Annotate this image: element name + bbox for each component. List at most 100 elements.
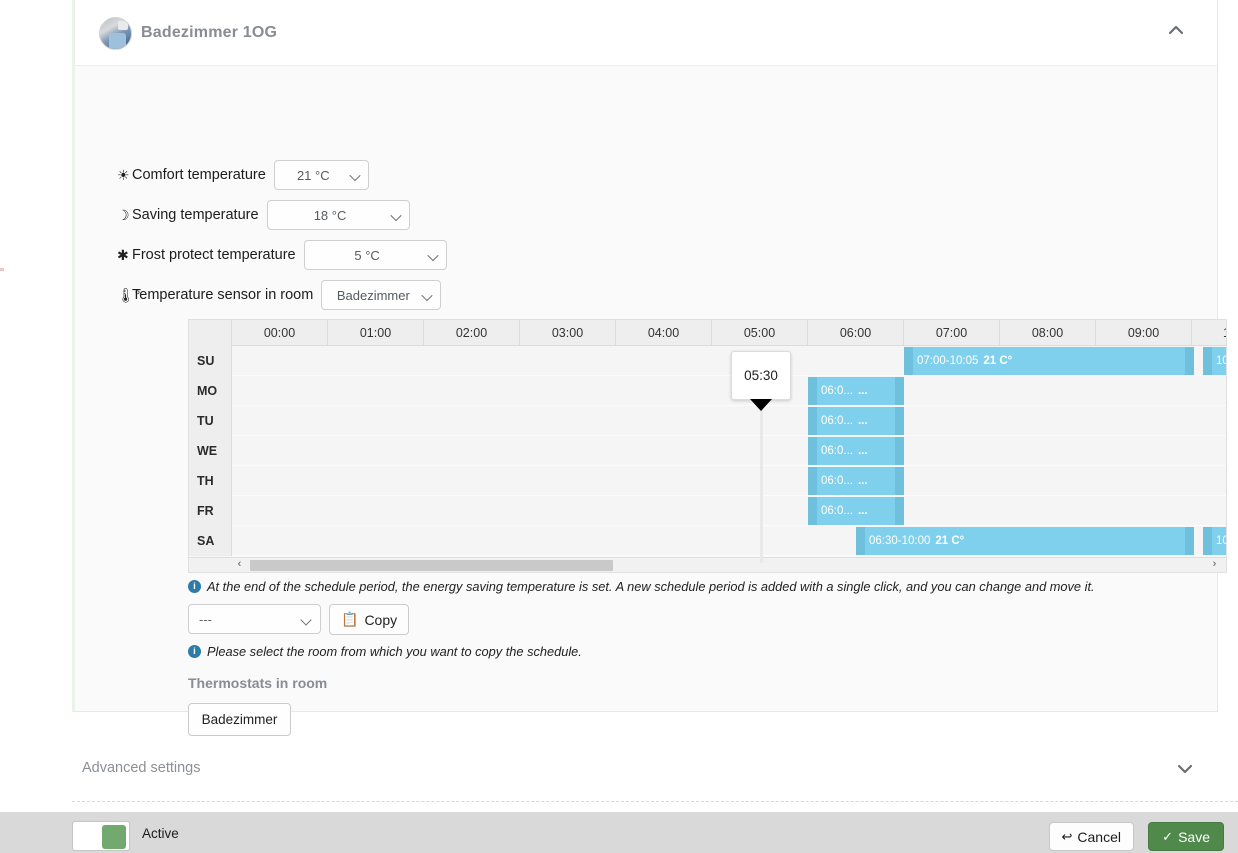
- save-button[interactable]: ✓ Save: [1148, 822, 1224, 851]
- card-body: ☀ Comfort temperature 21 °C ☽ Saving tem…: [75, 66, 1217, 711]
- resize-handle-left[interactable]: [1203, 347, 1212, 375]
- hour-label: 00:00: [232, 320, 328, 346]
- day-label: TU: [189, 406, 232, 436]
- day-track-tu[interactable]: 06:0... ...: [232, 406, 1226, 436]
- save-button-label: Save: [1178, 829, 1210, 845]
- resize-handle-right[interactable]: [895, 467, 904, 495]
- temperature-sensor-label: Temperature sensor in room: [132, 287, 313, 303]
- cancel-button[interactable]: ↩ Cancel: [1049, 822, 1135, 851]
- copy-schedule-row: --- 📋 Copy: [188, 604, 409, 635]
- hour-label: 01:00: [328, 320, 424, 346]
- resize-handle-left[interactable]: [856, 527, 865, 555]
- chevron-left-icon[interactable]: ‹: [232, 558, 247, 572]
- schedule-block[interactable]: 07:00-10:05 21 C°: [904, 347, 1194, 375]
- table-row[interactable]: MO 06:0... ...: [189, 376, 1226, 406]
- copy-source-select[interactable]: ---: [188, 604, 321, 634]
- comfort-temperature-row: ☀ Comfort temperature 21 °C: [117, 160, 369, 190]
- hour-label: 06:00: [808, 320, 904, 346]
- table-row[interactable]: FR 06:0... ...: [189, 496, 1226, 526]
- day-track-th[interactable]: 06:0... ...: [232, 466, 1226, 496]
- frost-protect-temperature-row: ✱ Frost protect temperature 5 °C: [117, 240, 447, 270]
- resize-handle-right[interactable]: [895, 407, 904, 435]
- day-label: FR: [189, 496, 232, 526]
- schedule-block-temp: ...: [858, 505, 868, 517]
- temperature-sensor-select[interactable]: Badezimmer: [321, 280, 441, 310]
- schedule-corner-cell: [189, 320, 232, 346]
- frost-protect-temperature-select[interactable]: 5 °C: [304, 240, 447, 270]
- info-icon: i: [188, 645, 201, 658]
- schedule-scrollbar[interactable]: ‹ ›: [189, 557, 1226, 572]
- table-row[interactable]: TH 06:0... ...: [189, 466, 1226, 496]
- advanced-settings-label: Advanced settings: [82, 760, 201, 776]
- resize-handle-left[interactable]: [808, 497, 817, 525]
- resize-handle-right[interactable]: [1185, 347, 1194, 375]
- schedule-block[interactable]: 06:0... ...: [808, 497, 904, 525]
- schedule-block[interactable]: 06:0... ...: [808, 437, 904, 465]
- toggle-knob: [102, 825, 126, 849]
- saving-temperature-row: ☽ Saving temperature 18 °C: [117, 200, 410, 230]
- hour-label: 03:00: [520, 320, 616, 346]
- schedule-block-temp: ...: [858, 415, 868, 427]
- schedule-rows: SU 07:00-10:05 21 C° 10: [189, 346, 1226, 558]
- schedule-block[interactable]: 06:0... ...: [808, 377, 904, 405]
- card-header: Badezimmer 1OG: [75, 0, 1217, 66]
- table-row[interactable]: SU 07:00-10:05 21 C° 10: [189, 346, 1226, 376]
- schedule-hour-header: 00:00 01:00 02:00 03:00 04:00 05:00 06:0…: [189, 320, 1226, 346]
- resize-handle-left[interactable]: [808, 377, 817, 405]
- schedule-block[interactable]: 10: [1203, 347, 1227, 375]
- resize-handle-left[interactable]: [904, 347, 913, 375]
- hour-label: 07:00: [904, 320, 1000, 346]
- resize-handle-right[interactable]: [895, 437, 904, 465]
- resize-handle-right[interactable]: [895, 377, 904, 405]
- active-toggle-label: Active: [142, 826, 179, 841]
- table-row[interactable]: WE 06:0... ...: [189, 436, 1226, 466]
- schedule-grid[interactable]: 00:00 01:00 02:00 03:00 04:00 05:00 06:0…: [188, 319, 1227, 573]
- thermostats-section-title: Thermostats in room: [188, 675, 327, 691]
- resize-handle-right[interactable]: [895, 497, 904, 525]
- footer-bar: Active ↩ Cancel ✓ Save: [0, 812, 1238, 853]
- scrollbar-thumb[interactable]: [250, 560, 613, 571]
- temperature-sensor-row: 🌡° Temperature sensor in room Badezimmer: [117, 280, 441, 310]
- page-title: Badezimmer 1OG: [141, 0, 277, 66]
- schedule-info-label: At the end of the schedule period, the e…: [207, 579, 1095, 594]
- copy-button[interactable]: 📋 Copy: [329, 604, 409, 635]
- resize-handle-left[interactable]: [808, 407, 817, 435]
- day-track-fr[interactable]: 06:0... ...: [232, 496, 1226, 526]
- info-icon: i: [188, 580, 201, 593]
- schedule-block-temp: 21 C°: [935, 535, 964, 547]
- comfort-temperature-label: Comfort temperature: [132, 167, 266, 183]
- resize-handle-right[interactable]: [1185, 527, 1194, 555]
- table-row[interactable]: TU 06:0... ...: [189, 406, 1226, 436]
- snowflake-icon: ✱: [117, 247, 132, 264]
- resize-handle-left[interactable]: [808, 467, 817, 495]
- schedule-block[interactable]: 10:0: [1203, 527, 1227, 555]
- day-track-mo[interactable]: 06:0... ...: [232, 376, 1226, 406]
- day-label: TH: [189, 466, 232, 496]
- schedule-info-text: i At the end of the schedule period, the…: [188, 579, 1095, 594]
- chevron-up-icon[interactable]: [1167, 22, 1197, 46]
- table-row[interactable]: SA 06:30-10:00 21 C° 10:0: [189, 526, 1226, 556]
- left-edge-marker: [0, 268, 4, 271]
- day-track-we[interactable]: 06:0... ...: [232, 436, 1226, 466]
- comfort-temperature-select[interactable]: 21 °C: [274, 160, 369, 190]
- schedule-block[interactable]: 06:30-10:00 21 C°: [856, 527, 1194, 555]
- day-label: MO: [189, 376, 232, 406]
- schedule-block[interactable]: 06:0... ...: [808, 407, 904, 435]
- sun-icon: ☀: [117, 167, 132, 184]
- cancel-button-label: Cancel: [1077, 829, 1121, 845]
- saving-temperature-select[interactable]: 18 °C: [267, 200, 410, 230]
- day-track-sa[interactable]: 06:30-10:00 21 C° 10:0: [232, 526, 1226, 556]
- day-track-su[interactable]: 07:00-10:05 21 C° 10: [232, 346, 1226, 376]
- thermostat-button-badezimmer[interactable]: Badezimmer: [188, 703, 291, 736]
- thermostat-button-label: Badezimmer: [202, 712, 278, 727]
- active-toggle[interactable]: [72, 821, 130, 851]
- resize-handle-left[interactable]: [1203, 527, 1212, 555]
- resize-handle-left[interactable]: [808, 437, 817, 465]
- chevron-down-icon[interactable]: [1176, 760, 1194, 783]
- chevron-right-icon[interactable]: ›: [1207, 558, 1222, 572]
- schedule-block-temp: ...: [858, 385, 868, 397]
- room-settings-card: Badezimmer 1OG ☀ Comfort temperature 21 …: [72, 0, 1218, 712]
- schedule-block-temp: ...: [858, 475, 868, 487]
- schedule-block[interactable]: 06:0... ...: [808, 467, 904, 495]
- advanced-settings-section[interactable]: Advanced settings: [72, 740, 1238, 802]
